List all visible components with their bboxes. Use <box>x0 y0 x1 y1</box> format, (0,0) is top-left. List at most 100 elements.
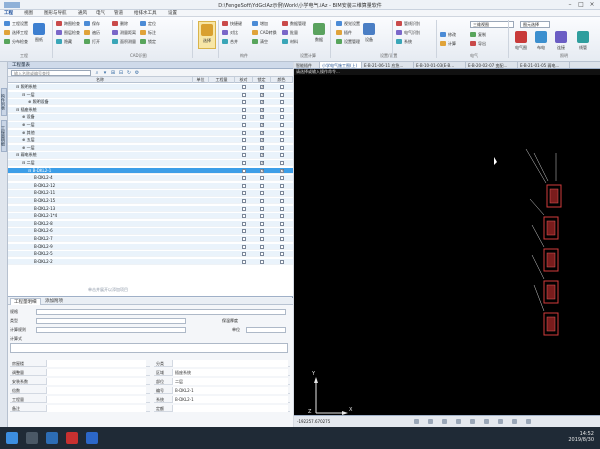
check-checkbox[interactable] <box>242 115 246 120</box>
grid-value[interactable]: B-DKL2-1 <box>172 387 288 394</box>
check-checkbox[interactable] <box>242 138 246 143</box>
color-checkbox[interactable] <box>280 199 284 203</box>
table-row[interactable]: B-DKL2-1*4 <box>8 213 293 220</box>
rule-select[interactable] <box>36 326 186 333</box>
lock-checkbox[interactable] <box>260 229 264 234</box>
check-checkbox[interactable] <box>242 145 246 150</box>
table-row[interactable]: B-DKL2-4 <box>8 175 293 182</box>
ribbon-button[interactable]: 选择工程 <box>4 29 28 36</box>
column-header-unit[interactable]: 单位 <box>193 77 209 83</box>
close-icon[interactable]: × <box>588 1 596 9</box>
ribbon-button[interactable]: 复制 <box>470 31 486 38</box>
ribbon-button[interactable]: 定位 <box>140 20 156 27</box>
lock-checkbox[interactable] <box>260 160 264 166</box>
lock-checkbox[interactable] <box>260 107 264 113</box>
check-checkbox[interactable] <box>242 107 246 112</box>
check-checkbox[interactable] <box>242 100 246 105</box>
lock-checkbox[interactable] <box>260 137 264 143</box>
expand-icon[interactable]: ⊞ <box>110 70 116 76</box>
settings-icon[interactable]: ⚙ <box>134 70 140 76</box>
lock-checkbox[interactable] <box>260 122 264 128</box>
menu-item[interactable]: 通风 <box>78 10 87 17</box>
check-checkbox[interactable] <box>242 214 246 219</box>
ribbon-button[interactable]: 隐藏 <box>56 38 72 45</box>
color-checkbox[interactable] <box>280 206 284 211</box>
lock-checkbox[interactable] <box>260 221 264 226</box>
ribbon-large-button[interactable]: 图纸 <box>30 21 48 49</box>
check-checkbox[interactable] <box>242 199 246 203</box>
ribbon-button[interactable]: 跨图检查 <box>56 20 80 27</box>
unit-field[interactable] <box>246 326 286 333</box>
color-checkbox[interactable] <box>280 168 284 174</box>
ribbon-button[interactable]: 计算 <box>440 40 456 47</box>
tab-document[interactable]: E-B-21-06-11 应急... <box>362 62 414 68</box>
maximize-icon[interactable]: □ <box>577 1 585 9</box>
grid-value[interactable] <box>46 369 146 376</box>
lock-checkbox[interactable] <box>260 206 264 211</box>
table-row[interactable]: B-DKL2-6 <box>8 228 293 235</box>
grid-value[interactable] <box>46 378 146 385</box>
lock-checkbox[interactable] <box>260 168 264 174</box>
menu-item[interactable]: 管道 <box>114 10 123 17</box>
grid-value[interactable] <box>46 405 146 412</box>
check-checkbox[interactable] <box>242 259 246 264</box>
color-checkbox[interactable] <box>280 92 284 97</box>
grid-value[interactable]: 插座系统 <box>172 369 288 376</box>
table-row[interactable]: B-DKL2-13 <box>8 205 293 212</box>
check-checkbox[interactable] <box>242 183 246 188</box>
spec-field[interactable] <box>36 308 286 315</box>
ribbon-button[interactable]: 材料 <box>282 38 298 45</box>
ribbon-button[interactable]: 清空 <box>252 38 268 45</box>
ribbon-button[interactable]: 数据管理 <box>282 20 306 27</box>
table-row[interactable]: ⊟ B-DKL2-1 <box>8 167 293 174</box>
browser-icon[interactable] <box>46 432 58 444</box>
check-checkbox[interactable] <box>242 92 246 97</box>
ribbon-button[interactable]: 插件 <box>336 29 352 36</box>
search-taskbar-icon[interactable] <box>26 432 38 444</box>
ribbon-large-button[interactable]: 设备 <box>360 21 378 49</box>
polar-icon[interactable] <box>456 419 461 424</box>
word-icon[interactable] <box>86 432 98 444</box>
start-icon[interactable] <box>6 432 18 444</box>
table-row[interactable]: B-DKL2-7 <box>8 236 293 243</box>
lock-checkbox[interactable] <box>260 252 264 257</box>
ribbon-button[interactable]: 打开 <box>84 38 100 45</box>
minimize-icon[interactable]: – <box>566 1 574 9</box>
color-checkbox[interactable] <box>280 138 284 143</box>
ribbon-button[interactable]: 工程设置 <box>4 20 28 27</box>
formula-textarea[interactable] <box>10 343 288 353</box>
table-row[interactable]: ⊟ 一层 <box>8 91 293 98</box>
color-checkbox[interactable] <box>280 123 284 127</box>
color-checkbox[interactable] <box>280 259 284 264</box>
column-header-check[interactable]: 核对 <box>235 77 253 83</box>
table-row[interactable]: ⊕ 照明设备 <box>8 99 293 106</box>
ribbon-button[interactable]: 快捷键 <box>222 20 242 27</box>
type-select[interactable] <box>36 317 186 324</box>
check-checkbox[interactable] <box>242 123 246 127</box>
lock-checkbox[interactable] <box>260 183 264 188</box>
lock-checkbox[interactable] <box>260 259 264 264</box>
color-checkbox[interactable] <box>280 115 284 120</box>
ribbon-large-button[interactable]: 电气图 <box>512 29 530 53</box>
lock-checkbox[interactable] <box>260 176 264 181</box>
ribbon-button[interactable]: CAD转换 <box>252 29 277 36</box>
ribbon-large-button[interactable]: 数据 <box>310 21 328 49</box>
app-taskbar-icon[interactable] <box>66 432 78 444</box>
ribbon-button[interactable]: 图层检查 <box>56 29 80 36</box>
table-row[interactable]: ⊕ 五层 <box>8 137 293 144</box>
ribbon-button[interactable]: 分布检查 <box>4 38 28 45</box>
menu-item[interactable]: 工程 <box>4 10 13 17</box>
ribbon-button[interactable]: 管线识别 <box>396 20 420 27</box>
color-checkbox[interactable] <box>280 130 284 135</box>
color-checkbox[interactable] <box>280 191 284 196</box>
filter-icon[interactable]: ▾ <box>102 70 108 76</box>
osnap-icon[interactable] <box>470 419 475 424</box>
ribbon-button[interactable]: 系统 <box>396 38 412 45</box>
lineweight-icon[interactable] <box>498 419 503 424</box>
tab-document[interactable]: E-B-20-02-07 变配... <box>466 62 518 68</box>
ribbon-large-button[interactable]: 选择 <box>198 21 216 49</box>
snap-icon[interactable] <box>414 419 419 424</box>
table-row[interactable]: B-DKL2-5 <box>8 251 293 258</box>
check-checkbox[interactable] <box>242 252 246 257</box>
selection-mode-select[interactable]: 图元选择 <box>520 21 550 28</box>
